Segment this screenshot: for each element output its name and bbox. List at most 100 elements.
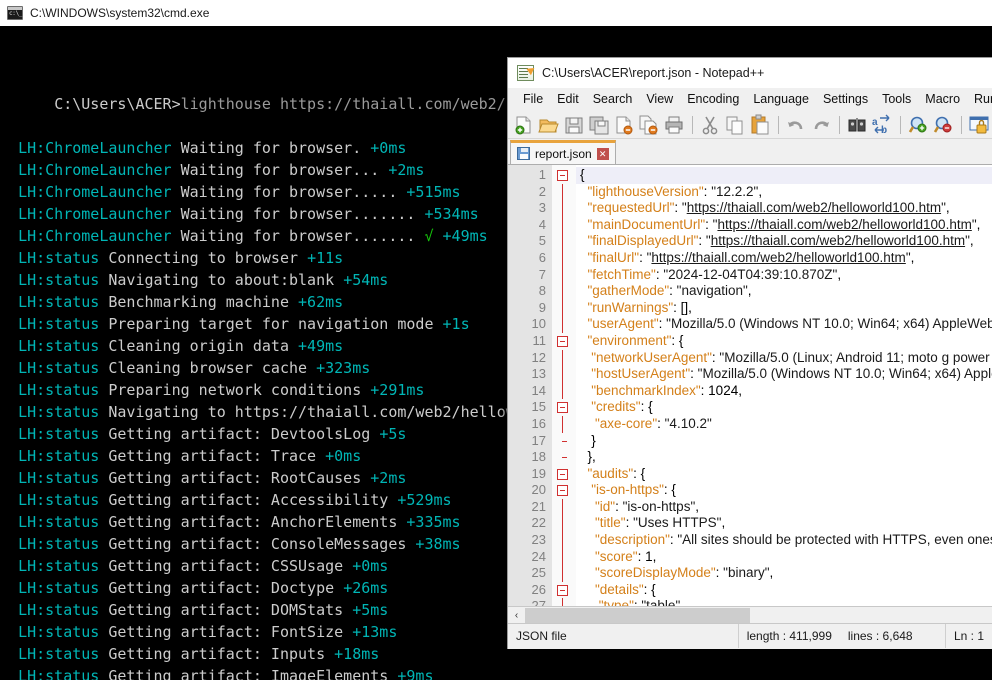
cut-icon[interactable] [698, 113, 722, 137]
menu-item-macro[interactable]: Macro [918, 90, 967, 109]
json-line[interactable]: "userAgent": "Mozilla/5.0 (Windows NT 10… [576, 316, 992, 333]
json-line[interactable]: "finalUrl": "https://thaiall.com/web2/he… [576, 250, 992, 267]
json-line[interactable]: "fetchTime": "2024-12-04T04:39:10.870Z", [576, 267, 992, 284]
notepad-titlebar[interactable]: C:\Users\ACER\report.json - Notepad++ [508, 58, 992, 88]
json-line[interactable]: "gatherMode": "navigation", [576, 283, 992, 300]
json-token-s: "navigation" [677, 283, 748, 298]
cmd-titlebar[interactable]: C:\WINDOWS\system32\cmd.exe [0, 0, 992, 26]
fold-marker[interactable] [552, 399, 576, 416]
json-line[interactable]: } [576, 433, 992, 450]
menu-item-search[interactable]: Search [586, 90, 640, 109]
json-line[interactable]: "credits": { [576, 399, 992, 416]
line-number: 21 [508, 499, 552, 516]
json-text-content[interactable]: { "lighthouseVersion": "12.2.2", "reques… [576, 165, 992, 606]
menu-item-tools[interactable]: Tools [875, 90, 918, 109]
scrollbar-thumb[interactable] [525, 608, 750, 623]
fold-collapse-icon[interactable] [557, 336, 568, 347]
menu-item-settings[interactable]: Settings [816, 90, 875, 109]
menu-item-file[interactable]: File [516, 90, 550, 109]
menu-item-view[interactable]: View [639, 90, 680, 109]
zoom-in-icon[interactable] [906, 113, 930, 137]
console-log-tag: LH:status [18, 513, 99, 531]
editor-area[interactable]: 1234567891011121314151617181920212223242… [508, 165, 992, 607]
fold-marker [552, 449, 576, 466]
json-token-s: "Uses HTTPS" [633, 515, 721, 530]
fold-collapse-icon[interactable] [557, 469, 568, 480]
json-line[interactable]: "type": "table", [576, 598, 992, 606]
console-log-tag: LH:ChromeLauncher [18, 205, 172, 223]
scrollbar-track[interactable] [525, 608, 992, 623]
json-token-k: "environment" [580, 333, 671, 348]
print-icon[interactable] [662, 113, 686, 137]
new-file-icon[interactable] [512, 113, 536, 137]
saved-disk-icon [517, 147, 530, 160]
fold-collapse-icon[interactable] [557, 585, 568, 596]
json-line[interactable]: "benchmarkIndex": 1024, [576, 383, 992, 400]
json-line[interactable]: "networkUserAgent": "Mozilla/5.0 (Linux;… [576, 350, 992, 367]
fold-guide-line [562, 549, 563, 566]
redo-icon[interactable] [809, 113, 833, 137]
line-number: 2 [508, 184, 552, 201]
fold-marker[interactable] [552, 482, 576, 499]
json-line[interactable]: }, [576, 449, 992, 466]
line-number: 10 [508, 316, 552, 333]
json-line[interactable]: "audits": { [576, 466, 992, 483]
tab-report-json[interactable]: report.json ✕ [510, 140, 616, 164]
console-log-tag: LH:status [18, 425, 99, 443]
json-line[interactable]: "axe-core": "4.10.2" [576, 416, 992, 433]
json-line[interactable]: "lighthouseVersion": "12.2.2", [576, 184, 992, 201]
json-line[interactable]: "finalDisplayedUrl": "https://thaiall.co… [576, 233, 992, 250]
menu-item-run[interactable]: Run [967, 90, 992, 109]
json-token-p: : [639, 250, 647, 265]
fold-marker[interactable] [552, 333, 576, 350]
close-file-icon[interactable] [612, 113, 636, 137]
tab-close-icon[interactable]: ✕ [597, 148, 609, 160]
json-line[interactable]: "id": "is-on-https", [576, 499, 992, 516]
console-log-time: +5ms [352, 601, 388, 619]
undo-icon[interactable] [784, 113, 808, 137]
scroll-left-arrow-icon[interactable]: ‹ [508, 607, 525, 624]
fold-marker[interactable] [552, 582, 576, 599]
menu-item-encoding[interactable]: Encoding [680, 90, 746, 109]
save-icon[interactable] [562, 113, 586, 137]
json-line[interactable]: "requestedUrl": "https://thaiall.com/web… [576, 200, 992, 217]
json-line[interactable]: "hostUserAgent": "Mozilla/5.0 (Windows N… [576, 366, 992, 383]
json-token-p: , [680, 598, 684, 606]
fold-guide-line [562, 366, 563, 383]
menu-item-edit[interactable]: Edit [550, 90, 586, 109]
json-line[interactable]: "runWarnings": [], [576, 300, 992, 317]
fold-marker[interactable] [552, 167, 576, 184]
json-line[interactable]: "is-on-https": { [576, 482, 992, 499]
replace-icon[interactable]: a b [870, 113, 894, 137]
json-line[interactable]: "title": "Uses HTTPS", [576, 515, 992, 532]
sync-vertical-scroll-icon[interactable] [967, 113, 991, 137]
close-all-icon[interactable] [637, 113, 661, 137]
console-log-time: +291ms [370, 381, 424, 399]
fold-guide-line [562, 217, 563, 234]
horizontal-scrollbar[interactable]: ‹ [508, 607, 992, 624]
find-icon[interactable] [845, 113, 869, 137]
paste-icon[interactable] [748, 113, 772, 137]
code-folding-margin[interactable] [552, 165, 576, 606]
zoom-out-icon[interactable] [931, 113, 955, 137]
open-file-icon[interactable] [537, 113, 561, 137]
json-line[interactable]: "description": "All sites should be prot… [576, 532, 992, 549]
json-line[interactable]: "scoreDisplayMode": "binary", [576, 565, 992, 582]
menu-item-language[interactable]: Language [746, 90, 816, 109]
fold-marker[interactable] [552, 466, 576, 483]
fold-collapse-icon[interactable] [557, 170, 568, 181]
json-line[interactable]: "score": 1, [576, 549, 992, 566]
fold-collapse-icon[interactable] [557, 485, 568, 496]
fold-marker [552, 366, 576, 383]
console-log-text: Waiting for browser. [172, 139, 371, 157]
fold-guide-line [562, 499, 563, 516]
json-line[interactable]: { [576, 167, 992, 184]
copy-icon[interactable] [723, 113, 747, 137]
json-line[interactable]: "details": { [576, 582, 992, 599]
json-line[interactable]: "environment": { [576, 333, 992, 350]
line-number: 17 [508, 433, 552, 450]
fold-collapse-icon[interactable] [557, 402, 568, 413]
json-line[interactable]: "mainDocumentUrl": "https://thaiall.com/… [576, 217, 992, 234]
save-all-icon[interactable] [587, 113, 611, 137]
fold-guide-line [562, 233, 563, 250]
